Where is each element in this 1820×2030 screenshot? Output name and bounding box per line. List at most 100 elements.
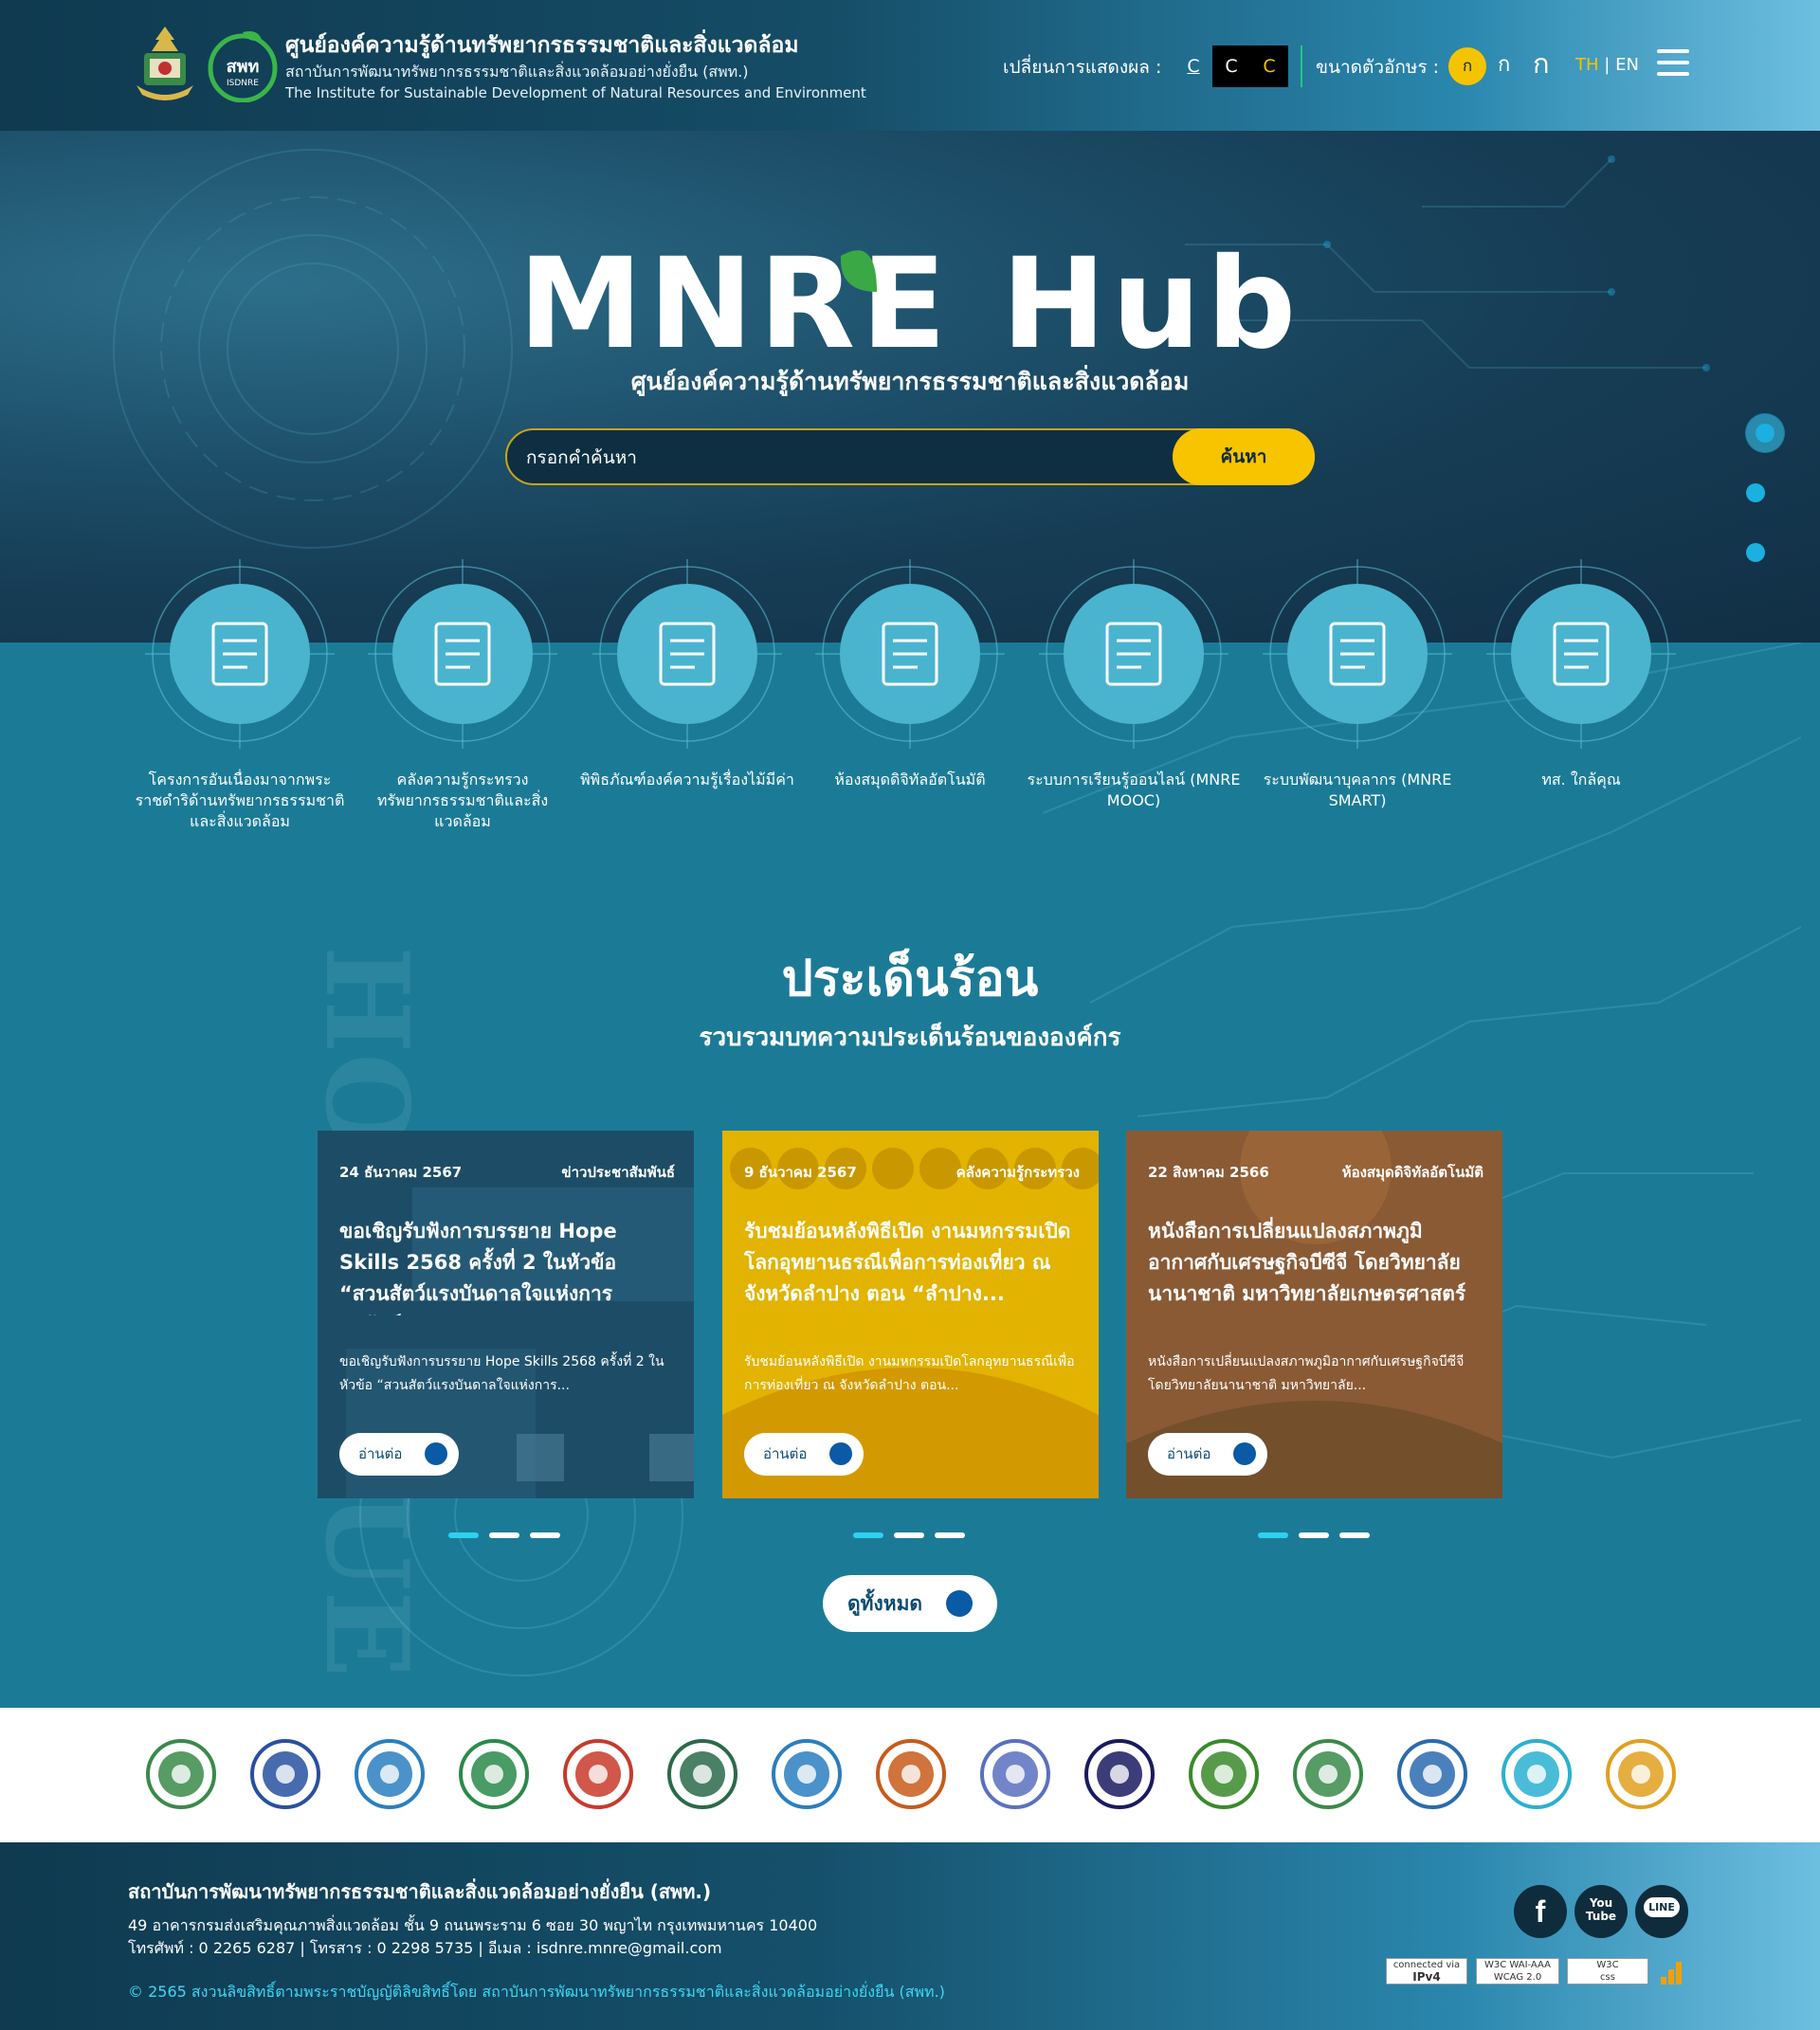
footer-contact: โทรศัพท์ : 0 2265 6287 | โทรสาร : 0 2298… [128,1939,722,1957]
quick-link-label: ระบบการเรียนรู้ออนไลน์ (MNRE MOOC) [1027,770,1241,809]
w3c-css-badge[interactable]: W3C css [1567,1958,1648,1985]
quick-link-2[interactable]: คลังความรู้กระทรวงทรัพยากรธรรมชาติและสิ่… [351,559,574,843]
water-emblem-logo[interactable] [1395,1736,1469,1812]
ministry-emblem-logo[interactable] [144,1736,218,1812]
mnre-hub-logo: MNRE Hub [519,235,1302,377]
pager-dot[interactable] [530,1532,560,1538]
site-subtitle: สถาบันการพัฒนาทรัพยากรธรรมชาติและสิ่งแวด… [285,63,749,81]
ipv4-badge[interactable]: connected via IPv4 [1386,1958,1467,1985]
line-icon[interactable]: LINE [1635,1885,1688,1938]
menu-hamburger-icon[interactable] [1657,49,1689,78]
slide-dot-1[interactable] [1756,424,1774,443]
news-card-1[interactable]: 24 ธันวาคม 2567 ข่าวประชาสัมพันธ์ ขอเชิญ… [318,1131,694,1498]
w3c-css-badge-line2: css [1600,1972,1615,1983]
partner-logos [0,1708,1820,1842]
lang-en-button[interactable]: EN [1615,55,1639,75]
news-card-category: ห้องสมุดดิจิทัลอัตโนมัติ [1341,1164,1483,1181]
read-more-button[interactable]: อ่านต่อ [1148,1433,1267,1476]
quick-link-label: ระบบพัฒนาบุคลากร (MNRE SMART) [1263,770,1452,809]
chevron-right-icon [829,1442,852,1465]
quick-link-3[interactable]: พิพิธภัณฑ์องค์ความรู้เรื่องไม้มีค่า [575,559,799,843]
news-card-title[interactable]: รับชมย้อนหลังพิธีเปิด งานมหกรรมเปิดโลกอุ… [744,1216,1076,1315]
deqp-emblem-logo[interactable] [1083,1736,1156,1812]
wcag-badge-line2: WCAG 2.0 [1493,1972,1542,1983]
isdnre-logo[interactable]: สพท ISDNRE [207,27,279,102]
pager-dot[interactable] [448,1532,479,1538]
hot-issue-subtitle: รวบรวมบทความประเด็นร้อนขององค์กร [699,1024,1121,1052]
contrast-dark-button[interactable]: C [1212,45,1250,87]
quick-link-6[interactable]: ระบบพัฒนาบุคลากร (MNRE SMART) [1246,559,1469,843]
quick-link-label: คลังความรู้กระทรวงทรัพยากรธรรมชาติและสิ่… [376,770,549,830]
card-2-pager [853,1524,975,1538]
header-divider [1301,45,1302,87]
news-card-title[interactable]: หนังสือการเปลี่ยนแปลงสภาพภูมิอากาศกับเศร… [1148,1216,1480,1315]
news-card-2[interactable]: 9 ธันวาคม 2567 คลังความรู้กระทรวง รับชมย… [722,1131,1099,1498]
buildings-icon [1486,559,1676,749]
scroll-document-icon [145,559,335,749]
contrast-yellow-button[interactable]: C [1250,45,1288,87]
dgr-emblem-logo[interactable] [770,1736,844,1812]
wcag-badge-line1: W3C WAI-AAA [1483,1960,1551,1970]
slide-dot-2[interactable] [1746,483,1765,502]
zoo-emblem-logo[interactable] [1291,1736,1365,1812]
footer-address: 49 อาคารกรมส่งเสริมคุณภาพสิ่งแวดล้อม ชั้… [128,1916,818,1934]
pager-dot[interactable] [935,1532,965,1538]
youtube-icon[interactable]: You Tube [1574,1885,1628,1938]
pager-dot[interactable] [1339,1532,1370,1538]
online-learning-icon [1039,559,1228,749]
site-header: สพท ISDNRE ศูนย์องค์ความรู้ด้านทรัพยากรธ… [0,0,1820,131]
c-logo-logo[interactable] [1500,1736,1574,1812]
chevron-right-icon [1233,1442,1256,1465]
onep-emblem-logo[interactable] [978,1736,1052,1812]
quick-link-1[interactable]: โครงการอันเนื่องมาจากพระราชดำริด้านทรัพย… [128,559,352,843]
contrast-normal-button[interactable]: C [1174,45,1212,87]
forest-emblem-logo[interactable] [1187,1736,1261,1812]
rfd-emblem-logo[interactable] [457,1736,531,1812]
news-card-date: 24 ธันวาคม 2567 [339,1164,463,1181]
read-more-button[interactable]: อ่านต่อ [744,1433,864,1476]
news-card-3[interactable]: 22 สิงหาคม 2566 ห้องสมุดดิจิทัลอัตโนมัติ… [1126,1131,1502,1498]
pager-dot[interactable] [1299,1532,1329,1538]
font-size-small-button[interactable]: ก [1448,47,1486,85]
card-3-pager [1258,1524,1380,1538]
read-more-button[interactable]: อ่านต่อ [339,1433,459,1476]
quick-link-7[interactable]: ทส. ใกล้คุณ [1469,559,1693,843]
font-size-medium-button[interactable]: ก [1498,47,1510,81]
search-bar: ค้นหา [505,428,1315,485]
analytics-bars-icon[interactable] [1657,1958,1685,1986]
pager-dot[interactable] [853,1532,883,1538]
wcag-badge[interactable]: W3C WAI-AAA WCAG 2.0 [1476,1958,1559,1985]
facebook-icon-glyph: f [1535,1894,1546,1929]
lang-th-button[interactable]: TH [1575,55,1599,75]
news-card-category: ข่าวประชาสัมพันธ์ [561,1164,675,1181]
search-button[interactable]: ค้นหา [1173,428,1315,485]
quick-link-label: โครงการอันเนื่องมาจากพระราชดำริด้านทรัพย… [135,770,345,830]
mnre-hub-logo-text: MNRE Hub [519,235,1302,377]
dnp-emblem-logo[interactable] [561,1736,635,1812]
pcd-emblem-logo[interactable] [353,1736,427,1812]
quick-link-4[interactable]: ห้องสมุดดิจิทัลอัตโนมัติ [798,559,1022,843]
dwr-emblem-logo[interactable] [248,1736,322,1812]
search-input[interactable] [526,444,1171,472]
pager-dot[interactable] [894,1532,924,1538]
pager-dot[interactable] [489,1532,519,1538]
dmr-emblem-logo[interactable] [874,1736,948,1812]
news-card-excerpt: รับชมย้อนหลังพิธีเปิด งานมหกรรมเปิดโลกอุ… [744,1354,1075,1393]
isdnre-logo-subtext: ISDNRE [227,79,259,88]
news-card-category: คลังความรู้กระทรวง [956,1164,1080,1181]
view-all-button[interactable]: ดูทั้งหมด [823,1575,997,1632]
site-title: ศูนย์องค์ความรู้ด้านทรัพยากรธรรมชาติและส… [285,33,799,58]
facebook-icon[interactable]: f [1514,1885,1567,1938]
tgo-emblem-logo[interactable] [1604,1736,1678,1812]
hot-issue-title: ประเด็นร้อน [781,951,1039,1007]
quick-link-5[interactable]: ระบบการเรียนรู้ออนไลน์ (MNRE MOOC) [1022,559,1246,843]
news-card-title[interactable]: ขอเชิญรับฟังการบรรยาย Hope Skills 2568 ค… [339,1216,671,1315]
digital-library-icon [815,559,1005,749]
footer-org-name: สถาบันการพัฒนาทรัพยากรธรรมชาติและสิ่งแวด… [128,1880,712,1903]
font-size-large-button[interactable]: ก [1533,42,1550,85]
brain-lightbulb-icon [368,559,557,749]
dmcr-emblem-logo[interactable] [665,1736,739,1812]
news-card-excerpt: หนังสือการเปลี่ยนแปลงสภาพภูมิอากาศกับเศร… [1148,1354,1465,1393]
pager-dot[interactable] [1258,1532,1288,1538]
ministry-emblem-logo[interactable] [131,25,199,104]
